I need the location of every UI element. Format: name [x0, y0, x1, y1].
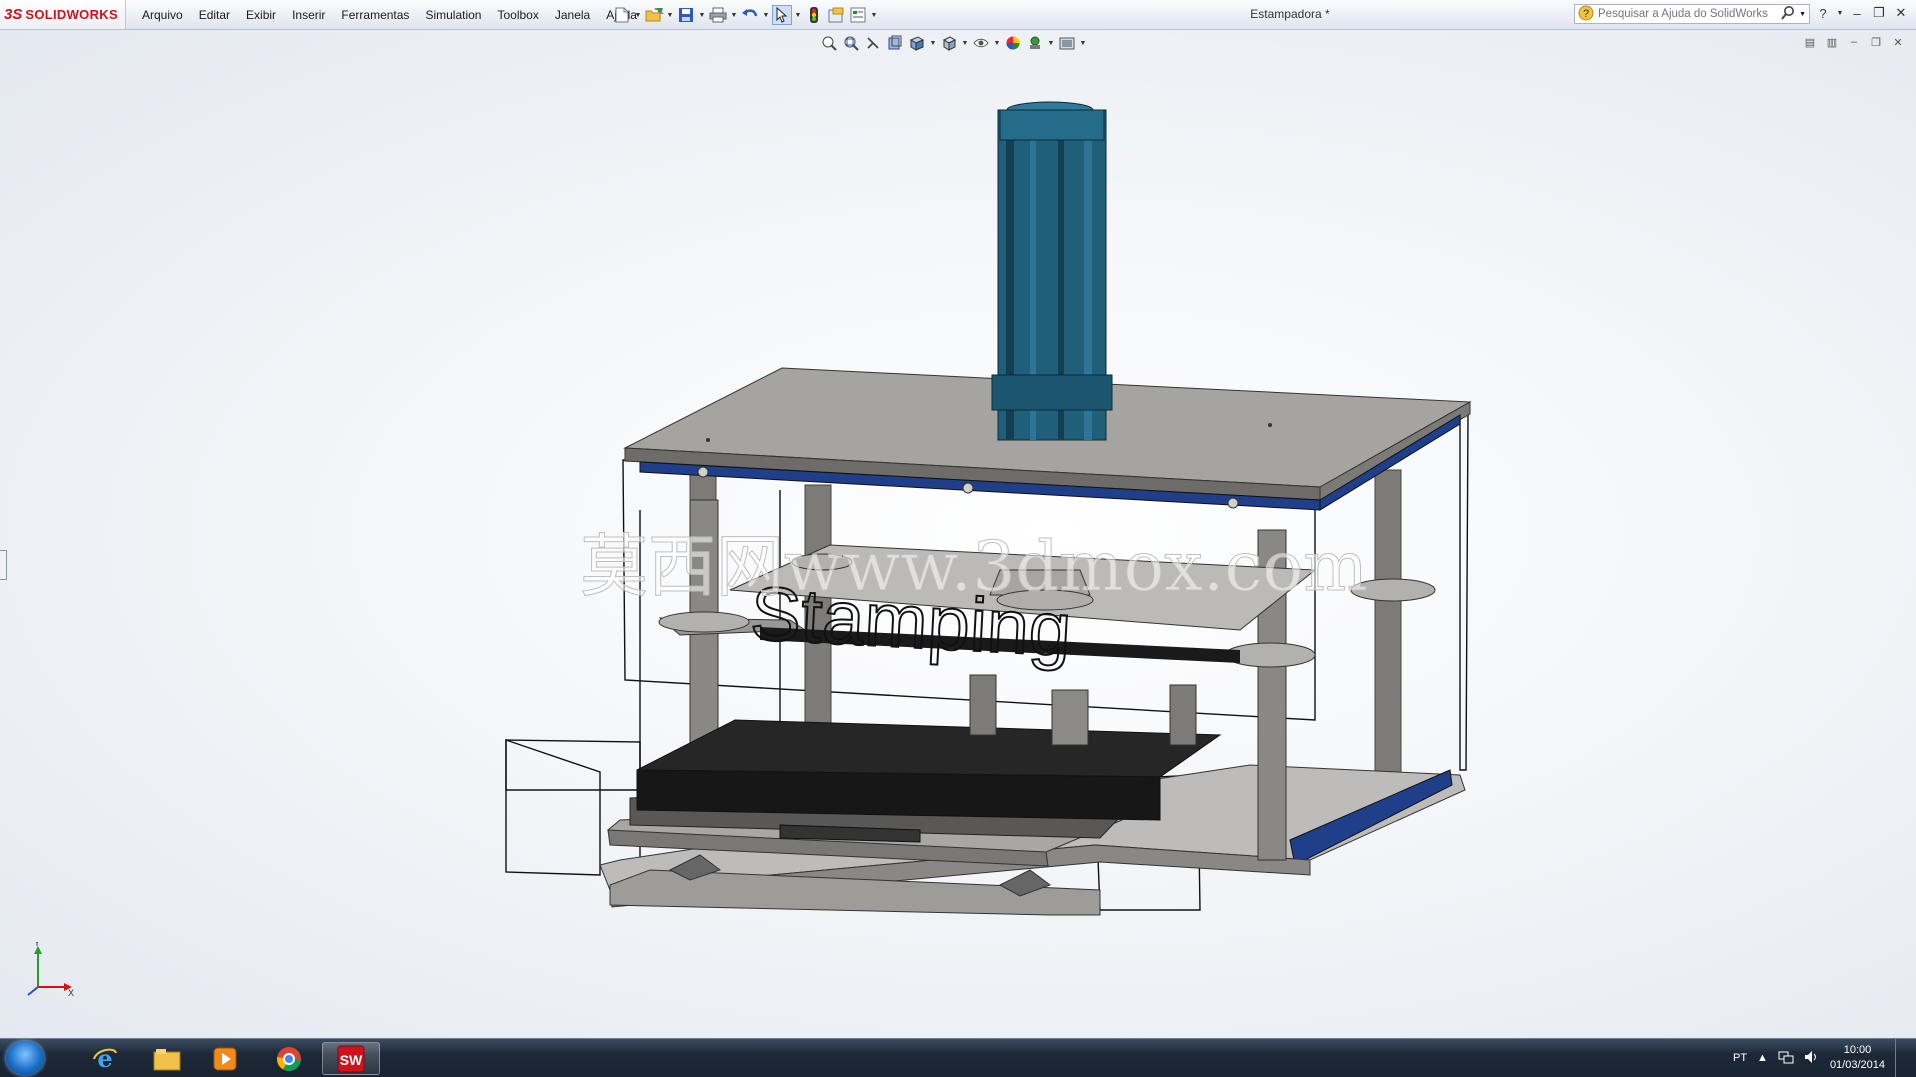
- close-icon[interactable]: ✕: [1892, 4, 1910, 22]
- help-icon[interactable]: ?: [1814, 4, 1832, 22]
- previous-view-icon[interactable]: [863, 33, 883, 53]
- view-settings-icon[interactable]: [1057, 33, 1077, 53]
- rebuild-icon[interactable]: [804, 5, 824, 25]
- watermark-text: 莫西网www.3dmox.com: [580, 528, 1368, 607]
- clock[interactable]: 10:00 01/03/2014: [1830, 1043, 1885, 1073]
- menu-exibir[interactable]: Exibir: [238, 8, 284, 22]
- apply-scene-icon[interactable]: [1025, 33, 1045, 53]
- assembly-model: Stamping 莫西网www.3dmox.com: [505, 101, 1472, 916]
- menu-editar[interactable]: Editar: [191, 8, 238, 22]
- start-button-icon[interactable]: [6, 1041, 44, 1075]
- graphics-area[interactable]: Stamping 莫西网www.3dmox.com Y X: [0, 30, 1916, 1038]
- zoom-to-area-icon[interactable]: [841, 33, 861, 53]
- show-hidden-icons-icon[interactable]: ▲: [1757, 1052, 1768, 1064]
- document-window-controls: ▤ ▥ – ❐ ✕: [1802, 34, 1906, 50]
- solidworks-logo[interactable]: 3S SOLIDWORKS: [0, 0, 126, 29]
- help-search-input[interactable]: [1596, 7, 1780, 21]
- doc-minimize-icon[interactable]: –: [1846, 34, 1862, 50]
- menu-inserir[interactable]: Inserir: [284, 8, 333, 22]
- minimize-icon[interactable]: –: [1848, 4, 1866, 22]
- undo-dropdown-arrow[interactable]: ▼: [762, 5, 770, 25]
- triad-y-label: Y: [34, 942, 40, 948]
- undo-icon[interactable]: [740, 5, 760, 25]
- help-search-box: ? ▼: [1574, 4, 1810, 24]
- axis-triad: Y X: [27, 942, 74, 998]
- doc-restore-icon[interactable]: ❐: [1868, 34, 1884, 50]
- save-icon[interactable]: [676, 5, 696, 25]
- help-dropdown-arrow[interactable]: ▼: [1836, 4, 1844, 22]
- print-dropdown-arrow[interactable]: ▼: [730, 5, 738, 25]
- menu-ferramentas[interactable]: Ferramentas: [333, 8, 417, 22]
- menu-bar: Arquivo Editar Exibir Inserir Ferramenta…: [134, 0, 675, 29]
- options-dropdown-arrow[interactable]: ▼: [870, 5, 878, 25]
- edit-appearance-icon[interactable]: [1003, 33, 1023, 53]
- heads-up-view-toolbar: ▼ ▼ ▼ ▼ ▼: [819, 32, 1087, 54]
- restore-icon[interactable]: ❐: [1870, 4, 1888, 22]
- quick-access-toolbar: ▼ ▼ ▼ ▼ ▼ ▼ ▼: [612, 4, 878, 26]
- menu-toolbox[interactable]: Toolbox: [489, 8, 546, 22]
- print-icon[interactable]: [708, 5, 728, 25]
- windows-taskbar: e SW PT ▲ 10:00 01/03/2014: [0, 1038, 1916, 1077]
- pneumatic-cylinder: [991, 101, 1113, 441]
- window-controls: ? ▼ – ❐ ✕: [1814, 4, 1910, 22]
- solidworks-taskbar-icon[interactable]: SW: [322, 1042, 380, 1075]
- show-desktop-button[interactable]: [1895, 1039, 1908, 1077]
- select-cursor-icon[interactable]: [772, 5, 792, 25]
- tile-vertical-icon[interactable]: ▥: [1824, 34, 1840, 50]
- options-icon[interactable]: [848, 5, 868, 25]
- search-dropdown-arrow[interactable]: ▼: [1799, 11, 1806, 18]
- clock-date: 01/03/2014: [1829, 1059, 1885, 1071]
- doc-close-icon[interactable]: ✕: [1890, 34, 1906, 50]
- menu-simulation[interactable]: Simulation: [417, 8, 489, 22]
- svg-text:?: ?: [1583, 8, 1589, 20]
- system-tray: PT ▲ 10:00 01/03/2014: [1733, 1039, 1908, 1077]
- media-player-icon[interactable]: [196, 1042, 254, 1075]
- network-icon[interactable]: [1778, 1050, 1794, 1067]
- help-question-icon: ?: [1578, 5, 1594, 24]
- feature-manager-handle[interactable]: [0, 550, 7, 580]
- clock-time: 10:00: [1843, 1044, 1872, 1056]
- hide-show-items-icon[interactable]: [971, 33, 991, 53]
- save-dropdown-arrow[interactable]: ▼: [698, 5, 706, 25]
- section-view-icon[interactable]: [885, 33, 905, 53]
- zoom-to-fit-icon[interactable]: [819, 33, 839, 53]
- hide-show-dropdown-arrow[interactable]: ▼: [993, 33, 1001, 53]
- select-dropdown-arrow[interactable]: ▼: [794, 5, 802, 25]
- view-settings-dropdown-arrow[interactable]: ▼: [1079, 33, 1087, 53]
- volume-icon[interactable]: [1804, 1050, 1820, 1067]
- language-indicator[interactable]: PT: [1733, 1052, 1747, 1064]
- display-style-dropdown-arrow[interactable]: ▼: [961, 33, 969, 53]
- file-explorer-icon[interactable]: [138, 1042, 196, 1075]
- apply-scene-dropdown-arrow[interactable]: ▼: [1047, 33, 1055, 53]
- new-dropdown-arrow[interactable]: ▼: [634, 5, 642, 25]
- menu-janela[interactable]: Janela: [547, 8, 598, 22]
- file-properties-icon[interactable]: [826, 5, 846, 25]
- menu-arquivo[interactable]: Arquivo: [134, 8, 191, 22]
- triad-x-label: X: [68, 988, 74, 998]
- new-document-icon[interactable]: [612, 5, 632, 25]
- ds-logo-icon: 3S: [4, 6, 23, 23]
- svg-text:SW: SW: [340, 1052, 363, 1068]
- tile-horizontal-icon[interactable]: ▤: [1802, 34, 1818, 50]
- display-style-icon[interactable]: [939, 33, 959, 53]
- view-orientation-dropdown-arrow[interactable]: ▼: [929, 33, 937, 53]
- search-icon[interactable]: [1780, 5, 1796, 24]
- internet-explorer-icon[interactable]: e: [76, 1042, 134, 1075]
- title-bar: 3S SOLIDWORKS Arquivo Editar Exibir Inse…: [0, 0, 1916, 30]
- document-title: Estampadora *: [1250, 7, 1330, 21]
- chrome-icon[interactable]: [260, 1042, 318, 1075]
- open-dropdown-arrow[interactable]: ▼: [666, 5, 674, 25]
- open-folder-icon[interactable]: [644, 5, 664, 25]
- view-orientation-icon[interactable]: [907, 33, 927, 53]
- brand-name: SOLIDWORKS: [25, 7, 118, 22]
